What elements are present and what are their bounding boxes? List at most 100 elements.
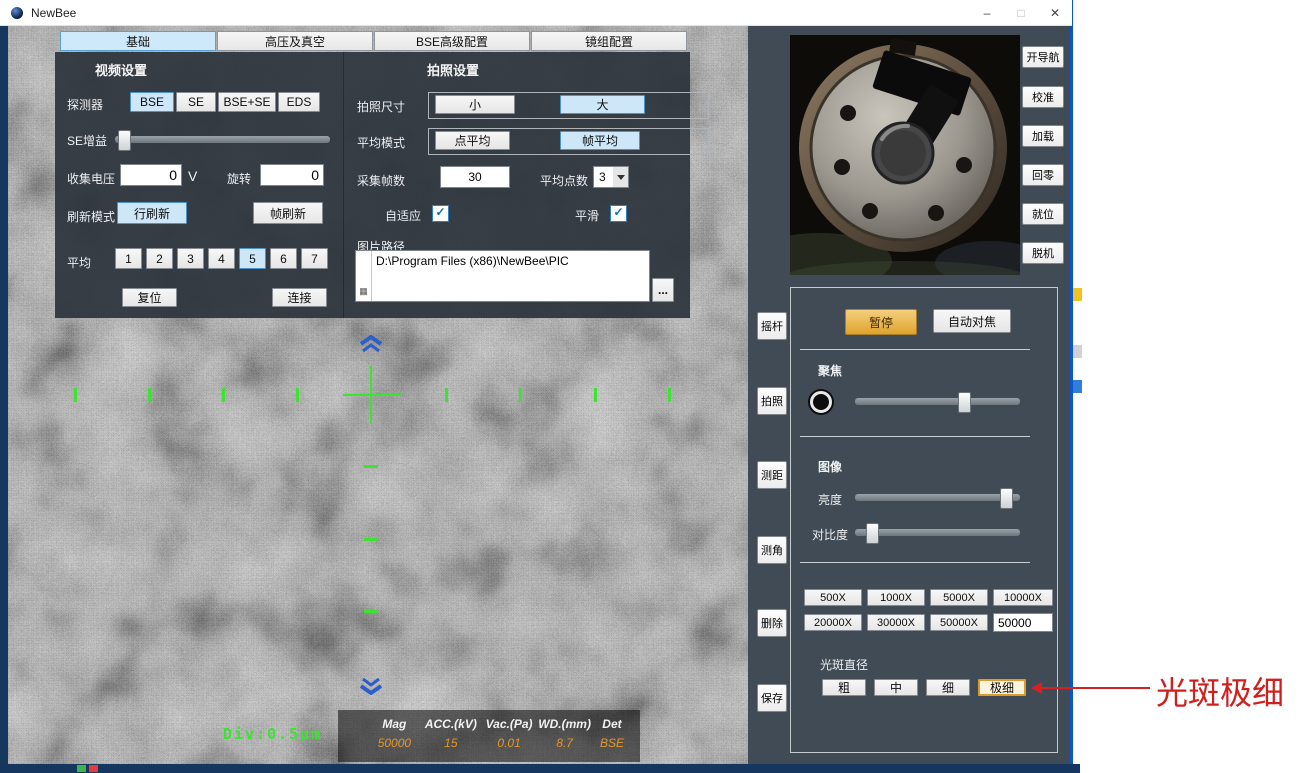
mag-1000x-button[interactable]: 1000X bbox=[867, 589, 925, 606]
focus-slider-thumb[interactable] bbox=[958, 392, 971, 413]
capture-button[interactable]: 拍照 bbox=[757, 387, 787, 415]
scale-tick bbox=[364, 610, 378, 613]
contrast-slider-track[interactable] bbox=[855, 529, 1020, 536]
spot-extra-fine-button[interactable]: 极细 bbox=[978, 679, 1026, 696]
voltage-unit-label: V bbox=[188, 168, 197, 184]
refresh-frame-button[interactable]: 帧刷新 bbox=[253, 202, 323, 224]
photo-size-small-button[interactable]: 小 bbox=[435, 95, 515, 114]
detector-se-button[interactable]: SE bbox=[176, 92, 216, 112]
config-panel: 视频设置 探测器 BSE SE BSE+SE EDS SE增益 收集电压 V 旋… bbox=[55, 52, 690, 318]
contrast-slider-thumb[interactable] bbox=[866, 523, 879, 544]
save-button[interactable]: 保存 bbox=[757, 684, 787, 712]
spot-medium-button[interactable]: 中 bbox=[874, 679, 918, 696]
autofocus-button[interactable]: 自动对焦 bbox=[933, 309, 1011, 333]
info-header: Vac.(Pa) bbox=[481, 717, 537, 731]
info-header: ACC.(kV) bbox=[421, 717, 481, 731]
desktop: { "window": { "title": "NewBee", "minimi… bbox=[0, 0, 1304, 773]
points-dropdown[interactable]: 3 bbox=[593, 166, 629, 188]
scale-tick bbox=[364, 465, 378, 468]
reset-button[interactable]: 复位 bbox=[122, 288, 177, 307]
mag-50000x-button[interactable]: 50000X bbox=[930, 614, 988, 631]
average-5-button[interactable]: 5 bbox=[239, 248, 266, 269]
spot-fine-button[interactable]: 细 bbox=[926, 679, 970, 696]
pause-button[interactable]: 暂停 bbox=[845, 309, 917, 335]
taskbar-icon[interactable] bbox=[89, 765, 98, 772]
in-position-button[interactable]: 就位 bbox=[1022, 203, 1064, 225]
info-acc: ACC.(kV) 15 bbox=[421, 717, 481, 762]
average-1-button[interactable]: 1 bbox=[115, 248, 142, 269]
config-tabs: 基础 高压及真空 BSE高级配置 镜组配置 bbox=[60, 31, 688, 51]
contrast-label: 对比度 bbox=[812, 526, 848, 543]
se-gain-slider-track[interactable] bbox=[115, 136, 330, 143]
focus-record-icon[interactable] bbox=[808, 389, 834, 415]
se-gain-slider-thumb[interactable] bbox=[118, 130, 131, 151]
info-value: BSE bbox=[592, 736, 632, 750]
frames-input[interactable] bbox=[440, 166, 510, 188]
joystick-button[interactable]: 摇杆 bbox=[757, 312, 787, 340]
load-button[interactable]: 加载 bbox=[1022, 125, 1064, 147]
background-window-strip bbox=[0, 25, 8, 765]
connect-button[interactable]: 连接 bbox=[272, 288, 327, 307]
open-navigation-button[interactable]: 开导航 bbox=[1022, 46, 1064, 68]
close-button[interactable]: ✕ bbox=[1038, 0, 1072, 25]
rotation-input[interactable] bbox=[260, 164, 324, 186]
average-3-button[interactable]: 3 bbox=[177, 248, 204, 269]
measure-angle-button[interactable]: 测角 bbox=[757, 536, 787, 564]
tab-bse-advanced[interactable]: BSE高级配置 bbox=[374, 31, 530, 51]
detector-eds-button[interactable]: EDS bbox=[278, 92, 320, 112]
browse-button[interactable]: ... bbox=[652, 278, 674, 302]
detector-bse-button[interactable]: BSE bbox=[130, 92, 174, 112]
refresh-line-button[interactable]: 行刷新 bbox=[117, 202, 187, 224]
measure-distance-button[interactable]: 测距 bbox=[757, 461, 787, 489]
smooth-label: 平滑 bbox=[575, 207, 599, 224]
taskbar bbox=[0, 764, 1080, 773]
path-box[interactable]: ▦ D:\Program Files (x86)\NewBee\PIC bbox=[355, 250, 650, 302]
adaptive-checkbox[interactable]: ✓ bbox=[432, 205, 449, 222]
collect-voltage-input[interactable] bbox=[120, 164, 182, 186]
brightness-slider-thumb[interactable] bbox=[1000, 488, 1013, 509]
mag-10000x-button[interactable]: 10000X bbox=[993, 589, 1053, 606]
tab-basic[interactable]: 基础 bbox=[60, 31, 216, 51]
photo-size-label: 拍照尺寸 bbox=[357, 98, 405, 115]
scale-tick bbox=[296, 388, 299, 402]
focus-slider-track[interactable] bbox=[855, 398, 1020, 405]
separator bbox=[800, 349, 1030, 350]
spot-coarse-button[interactable]: 粗 bbox=[822, 679, 866, 696]
annotation-text: 光斑极细 bbox=[1156, 668, 1284, 714]
chevron-down-icon[interactable] bbox=[359, 677, 383, 695]
titlebar: NewBee – □ ✕ bbox=[0, 0, 1072, 26]
average-4-button[interactable]: 4 bbox=[208, 248, 235, 269]
scale-tick bbox=[668, 388, 671, 402]
avg-point-button[interactable]: 点平均 bbox=[435, 131, 510, 150]
mag-20000x-button[interactable]: 20000X bbox=[804, 614, 862, 631]
chevron-up-icon[interactable] bbox=[359, 335, 383, 353]
points-label: 平均点数 bbox=[540, 172, 588, 189]
points-value: 3 bbox=[594, 170, 613, 184]
scale-tick bbox=[364, 538, 378, 541]
tab-lens-config[interactable]: 镜组配置 bbox=[531, 31, 687, 51]
sem-viewport[interactable]: Div:0.5μm Mag 50000 ACC.(kV) 15 Vac.(Pa)… bbox=[8, 25, 748, 765]
mag-5000x-button[interactable]: 5000X bbox=[930, 589, 988, 606]
mag-500x-button[interactable]: 500X bbox=[804, 589, 862, 606]
brightness-slider-track[interactable] bbox=[855, 494, 1020, 501]
dropdown-arrow-icon[interactable] bbox=[613, 167, 628, 187]
average-7-button[interactable]: 7 bbox=[301, 248, 328, 269]
calibrate-button[interactable]: 校准 bbox=[1022, 86, 1064, 108]
minimize-button[interactable]: – bbox=[970, 0, 1004, 25]
maximize-button[interactable]: □ bbox=[1004, 0, 1038, 25]
average-6-button[interactable]: 6 bbox=[270, 248, 297, 269]
mag-value-input[interactable] bbox=[993, 613, 1053, 632]
average-2-button[interactable]: 2 bbox=[146, 248, 173, 269]
taskbar-icon[interactable] bbox=[77, 765, 86, 772]
detector-bse-se-button[interactable]: BSE+SE bbox=[218, 92, 276, 112]
return-zero-button[interactable]: 回零 bbox=[1022, 164, 1064, 186]
offline-button[interactable]: 脱机 bbox=[1022, 242, 1064, 264]
photo-size-large-button[interactable]: 大 bbox=[560, 95, 645, 114]
delete-button[interactable]: 删除 bbox=[757, 609, 787, 637]
avg-frame-button[interactable]: 帧平均 bbox=[560, 131, 640, 150]
average-label: 平均 bbox=[67, 254, 91, 271]
mag-30000x-button[interactable]: 30000X bbox=[867, 614, 925, 631]
tab-hv-vacuum[interactable]: 高压及真空 bbox=[217, 31, 373, 51]
chamber-camera-image bbox=[790, 35, 1020, 275]
smooth-checkbox[interactable]: ✓ bbox=[610, 205, 627, 222]
